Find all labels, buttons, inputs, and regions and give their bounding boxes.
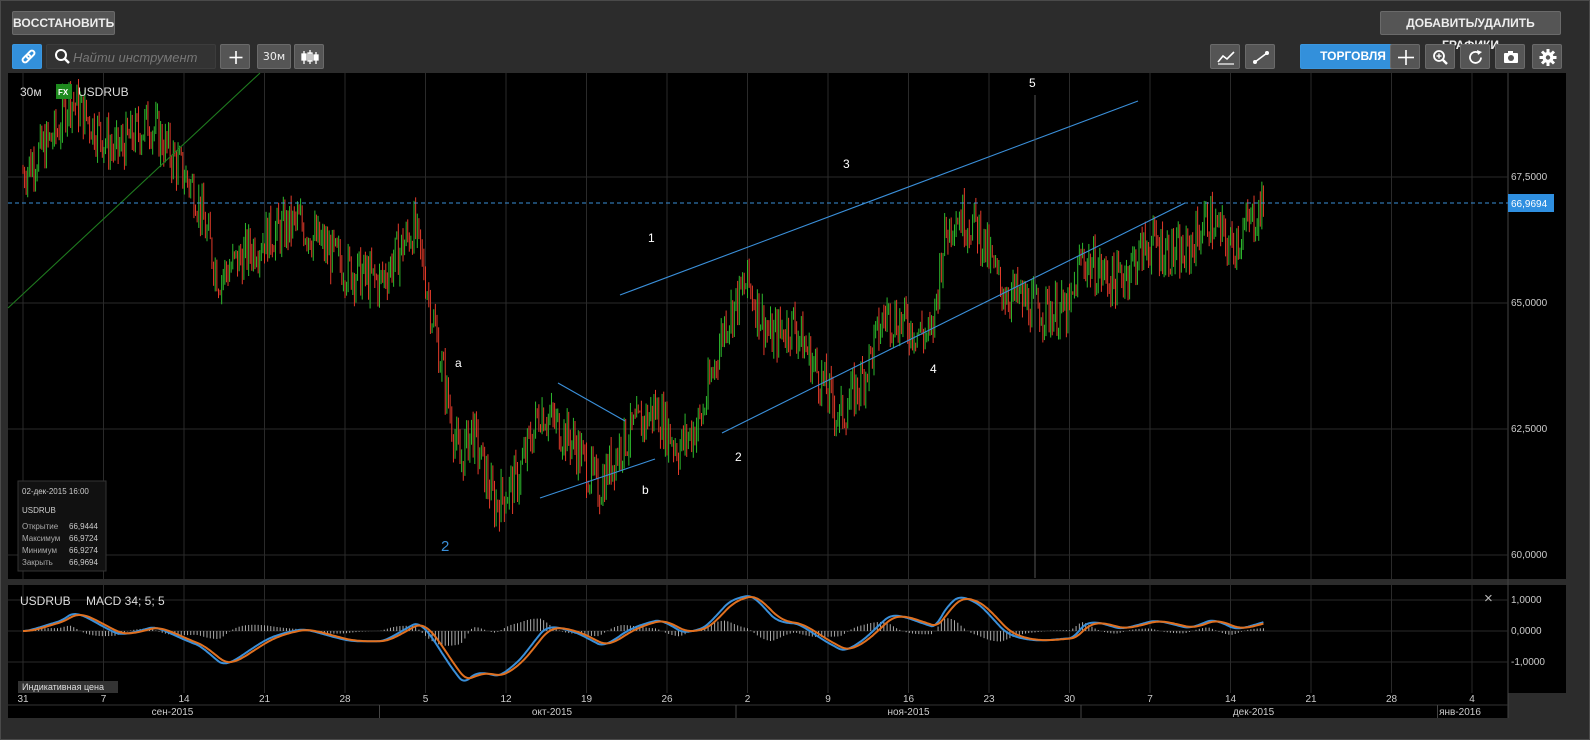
price-tick: 67,5000 [1511,172,1548,183]
info-symbol: USDRUB [22,506,56,515]
day-tick: 14 [178,694,190,705]
month-label: сен-2015 [152,707,194,718]
chart-symbol-label: USDRUB [78,85,129,99]
info-low-value: 66,9274 [69,546,98,555]
day-tick: 28 [339,694,351,705]
indicative-price-label: Индикативная цена [22,682,104,692]
day-tick: 5 [423,694,429,705]
wave-label-4: 4 [930,362,937,376]
wave-label-2-major: 2 [441,538,449,555]
info-open-label: Открытие [22,522,59,531]
month-label: ноя-2015 [887,707,930,718]
month-label: окт-2015 [532,707,573,718]
current-price-label: 66,9694 [1511,199,1548,210]
day-tick: 19 [581,694,593,705]
wave-label-3: 3 [843,157,850,171]
macd-tick: 1,0000 [1511,595,1542,606]
info-close-label: Закрыть [22,558,53,567]
wave-label-b: b [642,483,649,497]
day-tick: 26 [661,694,673,705]
panel-splitter[interactable] [8,579,1566,585]
macd-tick: 0,0000 [1511,626,1542,637]
macd-indicator-label: MACD 34; 5; 5 [86,594,165,608]
day-tick: 7 [101,694,107,705]
macd-symbol-label: USDRUB [20,594,71,608]
wave-label-5: 5 [1029,76,1036,90]
price-axis [1508,73,1566,579]
day-tick: 21 [259,694,271,705]
month-label: дек-2015 [1233,707,1275,718]
macd-ticks: 1,0000 0,0000 -1,0000 [1511,595,1545,668]
day-tick: 31 [17,694,29,705]
day-tick: 4 [1469,694,1475,705]
day-tick: 21 [1305,694,1317,705]
day-tick: 2 [745,694,751,705]
price-tick: 65,0000 [1511,298,1548,309]
day-tick: 9 [825,694,831,705]
close-icon[interactable]: × [1484,590,1493,607]
day-tick: 23 [983,694,995,705]
wave-label-1: 1 [648,231,655,245]
chart-canvas[interactable]: 67,5000 65,0000 62,5000 60,0000 66,9694 … [0,0,1590,740]
info-high-value: 66,9724 [69,534,98,543]
info-high-label: Максимум [22,534,60,543]
main-plot-area[interactable] [8,73,1508,579]
ohlc-info-box: 02-дек-2015 16:00 USDRUB Открытие 66,944… [17,480,107,572]
wave-label-2: 2 [735,450,742,464]
day-tick: 28 [1386,694,1398,705]
fx-badge-text: FX [58,88,69,97]
price-tick: 60,0000 [1511,550,1548,561]
chart-timeframe-label: 30м [20,85,42,99]
wave-label-a: a [455,356,462,370]
info-low-label: Минимум [22,546,57,555]
day-tick: 7 [1147,694,1153,705]
info-open-value: 66,9444 [69,522,98,531]
price-tick: 62,5000 [1511,424,1548,435]
month-label: янв-2016 [1439,707,1481,718]
day-tick: 16 [903,694,915,705]
day-tick: 30 [1064,694,1076,705]
macd-tick: -1,0000 [1511,657,1545,668]
info-datetime: 02-дек-2015 16:00 [22,487,89,496]
day-tick: 14 [1225,694,1237,705]
day-tick: 12 [500,694,512,705]
info-close-value: 66,9694 [69,558,98,567]
